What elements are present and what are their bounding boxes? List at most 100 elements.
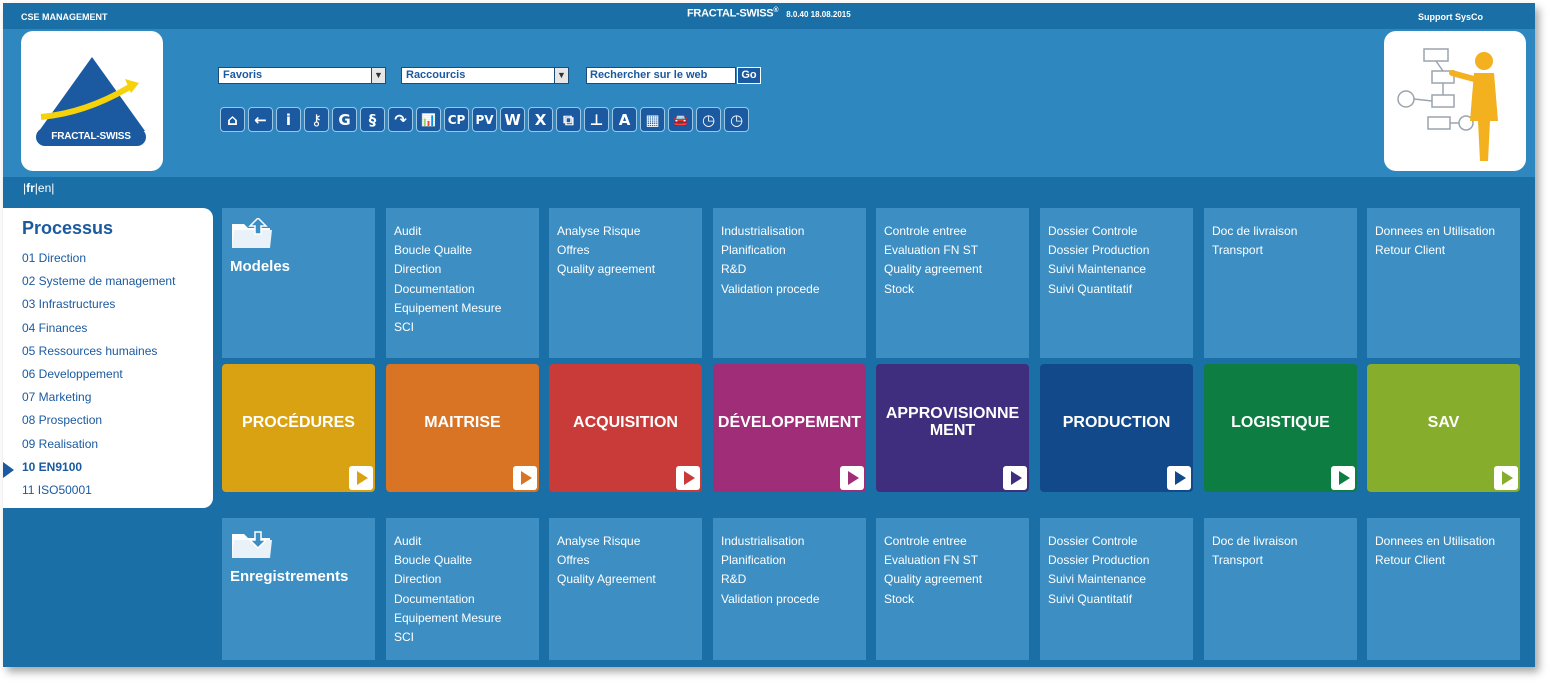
sidebar-item[interactable]: 01 Direction — [22, 251, 175, 274]
enregistrement-link[interactable]: Documentation — [394, 590, 539, 609]
play-icon[interactable] — [676, 466, 700, 490]
bar-chart-icon[interactable]: 📊 — [416, 107, 441, 132]
enregistrement-link[interactable]: Suivi Quantitatif — [1048, 590, 1193, 609]
modele-link[interactable]: Quality agreement — [884, 260, 1029, 279]
enregistrement-link[interactable]: Donnees en Utilisation — [1375, 532, 1520, 551]
modele-link[interactable]: Suivi Maintenance — [1048, 260, 1193, 279]
back-arrow-icon[interactable]: ← — [248, 107, 273, 132]
modele-link[interactable]: Industrialisation — [721, 222, 866, 241]
play-icon[interactable] — [1331, 466, 1355, 490]
play-icon[interactable] — [1167, 466, 1191, 490]
enregistrement-link[interactable]: Validation procede — [721, 590, 866, 609]
enregistrement-link[interactable]: Dossier Controle — [1048, 532, 1193, 551]
lang-fr[interactable]: fr — [26, 181, 35, 195]
sidebar-item[interactable]: 07 Marketing — [22, 390, 175, 413]
info-icon[interactable]: i — [276, 107, 301, 132]
enregistrement-link[interactable]: R&D — [721, 570, 866, 589]
enregistrement-link[interactable]: Controle entree — [884, 532, 1029, 551]
modele-link[interactable]: Documentation — [394, 280, 539, 299]
play-icon[interactable] — [1494, 466, 1518, 490]
modeles-cell[interactable]: Modeles — [222, 208, 375, 358]
sidebar-item[interactable]: 06 Developpement — [22, 367, 175, 390]
home-icon[interactable]: ⌂ — [220, 107, 245, 132]
modele-link[interactable]: Planification — [721, 241, 866, 260]
favoris-select[interactable]: Favoris ▼ — [218, 67, 386, 84]
tile-dveloppement[interactable]: DÉVELOPPEMENT — [713, 364, 866, 492]
support-link[interactable]: Support SysCo — [1418, 12, 1483, 22]
modele-link[interactable]: R&D — [721, 260, 866, 279]
enregistrement-link[interactable]: Offres — [557, 551, 702, 570]
tile-sav[interactable]: SAV — [1367, 364, 1520, 492]
modele-link[interactable]: Direction — [394, 260, 539, 279]
enregistrement-link[interactable]: Boucle Qualite — [394, 551, 539, 570]
enregistrement-link[interactable]: Quality agreement — [884, 570, 1029, 589]
curve-icon[interactable]: ↷ — [388, 107, 413, 132]
clock-icon[interactable]: ◷ — [696, 107, 721, 132]
calculator-icon[interactable]: ▦ — [640, 107, 665, 132]
tile-procdures[interactable]: PROCÉDURES — [222, 364, 375, 492]
modele-link[interactable]: Validation procede — [721, 280, 866, 299]
sidebar-item[interactable]: 05 Ressources humaines — [22, 344, 175, 367]
sidebar-item[interactable]: 02 Systeme de management — [22, 274, 175, 297]
enregistrement-link[interactable]: Stock — [884, 590, 1029, 609]
enregistrement-link[interactable]: SCI — [394, 628, 539, 647]
play-icon[interactable] — [349, 466, 373, 490]
tile-production[interactable]: PRODUCTION — [1040, 364, 1193, 492]
play-icon[interactable] — [840, 466, 864, 490]
enregistrements-cell[interactable]: Enregistrements — [222, 518, 375, 660]
enregistrement-link[interactable]: Audit — [394, 532, 539, 551]
sidebar-item[interactable]: 03 Infrastructures — [22, 297, 175, 320]
modele-link[interactable]: Stock — [884, 280, 1029, 299]
modele-link[interactable]: SCI — [394, 318, 539, 337]
tile-logistique[interactable]: LOGISTIQUE — [1204, 364, 1357, 492]
logo[interactable]: FRACTAL-SWISS — [21, 31, 163, 171]
enregistrement-link[interactable]: Evaluation FN ST — [884, 551, 1029, 570]
enregistrement-link[interactable]: Direction — [394, 570, 539, 589]
modele-link[interactable]: Audit — [394, 222, 539, 241]
modele-link[interactable]: Equipement Mesure — [394, 299, 539, 318]
paragraph-icon[interactable]: § — [360, 107, 385, 132]
copy-icon[interactable]: ⧉ — [556, 107, 581, 132]
modele-link[interactable]: Boucle Qualite — [394, 241, 539, 260]
go-button[interactable]: Go — [737, 67, 761, 84]
sidebar-item[interactable]: 08 Prospection — [22, 413, 175, 436]
enregistrement-link[interactable]: Analyse Risque — [557, 532, 702, 551]
excel-icon[interactable]: X — [528, 107, 553, 132]
tile-acquisition[interactable]: ACQUISITION — [549, 364, 702, 492]
modele-link[interactable]: Donnees en Utilisation — [1375, 222, 1520, 241]
enregistrement-link[interactable]: Dossier Production — [1048, 551, 1193, 570]
sidebar-item[interactable]: 04 Finances — [22, 321, 175, 344]
lang-en[interactable]: en — [38, 181, 51, 195]
modele-link[interactable]: Offres — [557, 241, 702, 260]
modele-link[interactable]: Doc de livraison — [1212, 222, 1357, 241]
tile-maitrise[interactable]: MAITRISE — [386, 364, 539, 492]
sidebar-item[interactable]: 10 EN9100 — [22, 460, 175, 483]
modele-link[interactable]: Suivi Quantitatif — [1048, 280, 1193, 299]
org-chart-icon[interactable]: ⊥ — [584, 107, 609, 132]
enregistrement-link[interactable]: Doc de livraison — [1212, 532, 1357, 551]
modele-link[interactable]: Controle entree — [884, 222, 1029, 241]
enregistrement-link[interactable]: Retour Client — [1375, 551, 1520, 570]
modele-link[interactable]: Retour Client — [1375, 241, 1520, 260]
play-icon[interactable] — [513, 466, 537, 490]
raccourcis-select[interactable]: Raccourcis ▼ — [401, 67, 569, 84]
enregistrement-link[interactable]: Quality Agreement — [557, 570, 702, 589]
search-input[interactable]: Rechercher sur le web — [586, 67, 736, 84]
enregistrement-link[interactable]: Transport — [1212, 551, 1357, 570]
sidebar-item[interactable]: 09 Realisation — [22, 437, 175, 460]
sidebar-item[interactable]: 11 ISO50001 — [22, 483, 175, 506]
pv-icon[interactable]: PV — [472, 107, 497, 132]
modele-link[interactable]: Quality agreement — [557, 260, 702, 279]
modele-link[interactable]: Dossier Controle — [1048, 222, 1193, 241]
car-icon[interactable]: 🚘 — [668, 107, 693, 132]
enregistrement-link[interactable]: Industrialisation — [721, 532, 866, 551]
font-a-icon[interactable]: A — [612, 107, 637, 132]
modele-link[interactable]: Dossier Production — [1048, 241, 1193, 260]
key-icon[interactable]: ⚷ — [304, 107, 329, 132]
clock-alt-icon[interactable]: ◷ — [724, 107, 749, 132]
word-icon[interactable]: W — [500, 107, 525, 132]
enregistrement-link[interactable]: Equipement Mesure — [394, 609, 539, 628]
modele-link[interactable]: Analyse Risque — [557, 222, 702, 241]
enregistrement-link[interactable]: Planification — [721, 551, 866, 570]
cp-icon[interactable]: CP — [444, 107, 469, 132]
